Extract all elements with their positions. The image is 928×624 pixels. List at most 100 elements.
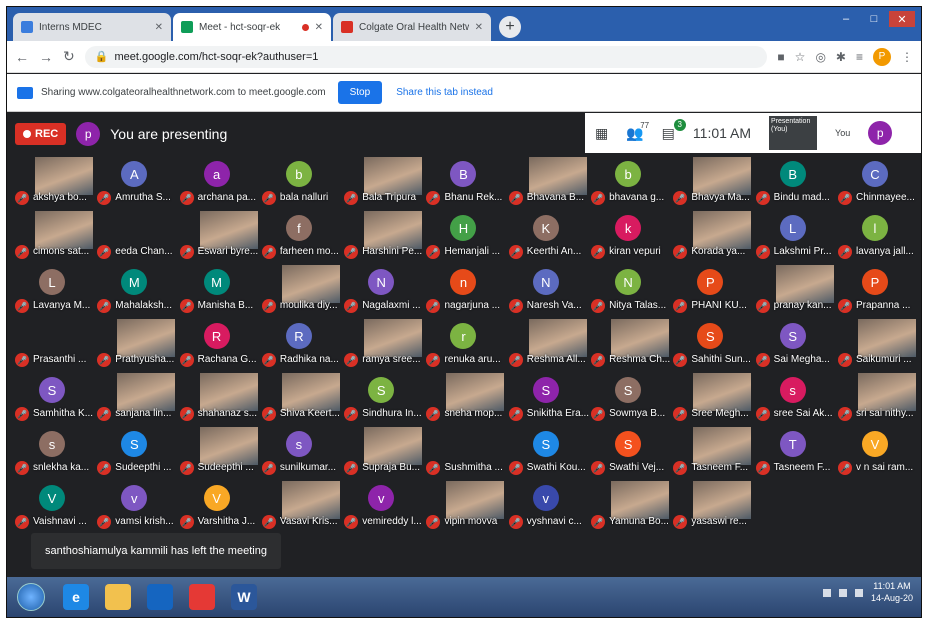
participant-tile[interactable]: 🎤 Bhavana B... — [507, 157, 589, 208]
participant-tile[interactable]: 🎤 Prathyusha... — [95, 319, 177, 370]
participant-tile[interactable]: 🎤 Bhavya Ma... — [671, 157, 753, 208]
presentation-thumbnail[interactable]: Presentation (You) — [769, 116, 818, 150]
participant-tile[interactable]: P 🎤 Prapanna ... — [836, 265, 918, 316]
participant-tile[interactable]: 🎤 Supraja Bu... — [342, 427, 424, 478]
participant-tile[interactable]: 🎤 akshya bo... — [13, 157, 95, 208]
word-icon[interactable]: W — [231, 584, 257, 610]
participant-tile[interactable]: 🎤 moulika diy... — [260, 265, 342, 316]
participant-tile[interactable]: V 🎤 Varshitha J... — [178, 481, 260, 532]
chrome-icon[interactable] — [189, 584, 215, 610]
close-icon[interactable]: ✕ — [155, 22, 163, 33]
participant-tile[interactable]: 🎤 cimons sat... — [13, 211, 95, 262]
folder-icon[interactable] — [105, 584, 131, 610]
volume-icon[interactable] — [854, 588, 863, 597]
participant-tile[interactable]: S 🎤 Sowmya B... — [589, 373, 671, 424]
back-icon[interactable]: ← — [15, 49, 29, 65]
participant-tile[interactable]: S 🎤 Sahithi Sun... — [671, 319, 753, 370]
participant-tile[interactable]: 🎤 vipin movva — [424, 481, 506, 532]
participant-tile[interactable]: 🎤 Reshma Ch... — [589, 319, 671, 370]
star-icon[interactable]: ☆ — [795, 50, 806, 64]
participant-tile[interactable]: K 🎤 Keerthi An... — [507, 211, 589, 262]
flag-icon[interactable] — [822, 588, 831, 597]
participant-tile[interactable]: S 🎤 Sudeepthi ... — [95, 427, 177, 478]
participant-tile[interactable]: s 🎤 sree Sai Ak... — [754, 373, 836, 424]
participant-tile[interactable]: b 🎤 bhavana g... — [589, 157, 671, 208]
reload-icon[interactable]: ↻ — [63, 48, 75, 65]
participant-tile[interactable]: 🎤 Yamuna Bo... — [589, 481, 671, 532]
camera-icon[interactable]: ■ — [777, 50, 784, 64]
participant-tile[interactable]: 🎤 ramya sree... — [342, 319, 424, 370]
participant-tile[interactable]: A 🎤 Amrutha S... — [95, 157, 177, 208]
participant-tile[interactable]: v 🎤 vemireddy l... — [342, 481, 424, 532]
participant-tile[interactable]: 🎤 sri sai nithy... — [836, 373, 918, 424]
close-icon[interactable]: ✕ — [315, 22, 323, 33]
new-tab-button[interactable]: + — [499, 16, 521, 38]
participant-tile[interactable]: 🎤 sanjana lin... — [95, 373, 177, 424]
participant-tile[interactable]: v 🎤 vyshnavi c... — [507, 481, 589, 532]
self-avatar[interactable]: p — [868, 121, 893, 145]
participant-tile[interactable]: f 🎤 farheen mo... — [260, 211, 342, 262]
participant-tile[interactable]: C 🎤 Chinmayee... — [836, 157, 918, 208]
participant-tile[interactable]: 🎤 Shiva Keert... — [260, 373, 342, 424]
participant-tile[interactable]: b 🎤 bala nalluri — [260, 157, 342, 208]
stop-sharing-button[interactable]: Stop — [337, 81, 383, 104]
participant-tile[interactable]: V 🎤 v n sai ram... — [836, 427, 918, 478]
participant-tile[interactable]: P 🎤 PHANI KU... — [671, 265, 753, 316]
participant-tile[interactable]: S 🎤 Sindhura In... — [342, 373, 424, 424]
close-icon[interactable]: ✕ — [475, 22, 483, 33]
participant-tile[interactable]: 🎤 Prasanthi ... — [13, 319, 95, 370]
participant-tile[interactable]: 🎤 Saikumuri ... — [836, 319, 918, 370]
browser-tab-meet[interactable]: Meet - hct-soqr-ek ✕ — [173, 13, 331, 41]
close-window-button[interactable]: ✕ — [889, 11, 915, 27]
menu-icon[interactable]: ⋮ — [901, 50, 913, 64]
url-field[interactable]: 🔒 meet.google.com/hct-soqr-ek?authuser=1 — [84, 45, 768, 68]
participant-tile[interactable]: 🎤 Vasavi Kris... — [260, 481, 342, 532]
participant-tile[interactable]: B 🎤 Bindu mad... — [754, 157, 836, 208]
participant-tile[interactable]: 🎤 shahanaz s... — [178, 373, 260, 424]
puzzle-icon[interactable]: ✱ — [836, 50, 846, 64]
media-player-icon[interactable] — [147, 584, 173, 610]
participant-tile[interactable]: H 🎤 Hemanjali ... — [424, 211, 506, 262]
participant-tile[interactable]: n 🎤 nagarjuna ... — [424, 265, 506, 316]
participant-tile[interactable]: N 🎤 Nitya Talas... — [589, 265, 671, 316]
participant-tile[interactable]: 🎤 Korada ya... — [671, 211, 753, 262]
participant-tile[interactable]: N 🎤 Nagalaxmi ... — [342, 265, 424, 316]
participant-tile[interactable]: s 🎤 snlekha ka... — [13, 427, 95, 478]
participant-tile[interactable]: 🎤 Bala Tripura — [342, 157, 424, 208]
share-this-tab-button[interactable]: Share this tab instead — [396, 87, 493, 98]
participant-tile[interactable]: 🎤 yasaswi re... — [671, 481, 753, 532]
participant-tile[interactable]: M 🎤 Mahalaksh... — [95, 265, 177, 316]
participant-tile[interactable]: 🎤 Eswari byre... — [178, 211, 260, 262]
participant-tile[interactable]: 🎤 Sree Megh... — [671, 373, 753, 424]
participant-tile[interactable]: R 🎤 Radhika na... — [260, 319, 342, 370]
participant-tile[interactable]: 🎤 Tasneem F... — [671, 427, 753, 478]
participant-tile[interactable]: B 🎤 Bhanu Rek... — [424, 157, 506, 208]
participant-tile[interactable]: 🎤 eeda Chan... — [95, 211, 177, 262]
browser-tab-interns[interactable]: Interns MDEC ✕ — [13, 13, 171, 41]
participant-tile[interactable]: 🎤 pranay kan... — [754, 265, 836, 316]
participant-tile[interactable]: s 🎤 sunilkumar... — [260, 427, 342, 478]
participant-tile[interactable]: a 🎤 archana pa... — [178, 157, 260, 208]
participant-tile[interactable]: 🎤 Reshma All... — [507, 319, 589, 370]
extension-icon[interactable]: ◎ — [815, 50, 825, 64]
participant-tile[interactable]: N 🎤 Naresh Va... — [507, 265, 589, 316]
participant-tile[interactable]: V 🎤 Vaishnavi ... — [13, 481, 95, 532]
minimize-button[interactable]: – — [833, 11, 859, 27]
participant-tile[interactable]: L 🎤 Lakshmi Pr... — [754, 211, 836, 262]
forward-icon[interactable]: → — [39, 49, 53, 65]
queue-icon[interactable]: ≡ — [856, 50, 863, 64]
participant-tile[interactable]: 🎤 Sushmitha ... — [424, 427, 506, 478]
participant-tile[interactable]: r 🎤 renuka aru... — [424, 319, 506, 370]
participant-tile[interactable]: R 🎤 Rachana G... — [178, 319, 260, 370]
participant-tile[interactable]: S 🎤 Swathi Vej... — [589, 427, 671, 478]
maximize-button[interactable]: □ — [861, 11, 887, 27]
participant-tile[interactable]: v 🎤 vamsi krish... — [95, 481, 177, 532]
taskbar-clock[interactable]: 11:01 AM 14-Aug-20 — [871, 581, 913, 604]
profile-avatar[interactable]: P — [873, 47, 891, 66]
participant-tile[interactable]: k 🎤 kiran vepuri — [589, 211, 671, 262]
participant-tile[interactable]: S 🎤 Sai Megha... — [754, 319, 836, 370]
ie-icon[interactable]: e — [63, 584, 89, 610]
network-icon[interactable] — [838, 588, 847, 597]
browser-tab-colgate[interactable]: Colgate Oral Health Netwo ✕ — [333, 13, 491, 41]
participant-tile[interactable]: 🎤 Harshini Pe... — [342, 211, 424, 262]
